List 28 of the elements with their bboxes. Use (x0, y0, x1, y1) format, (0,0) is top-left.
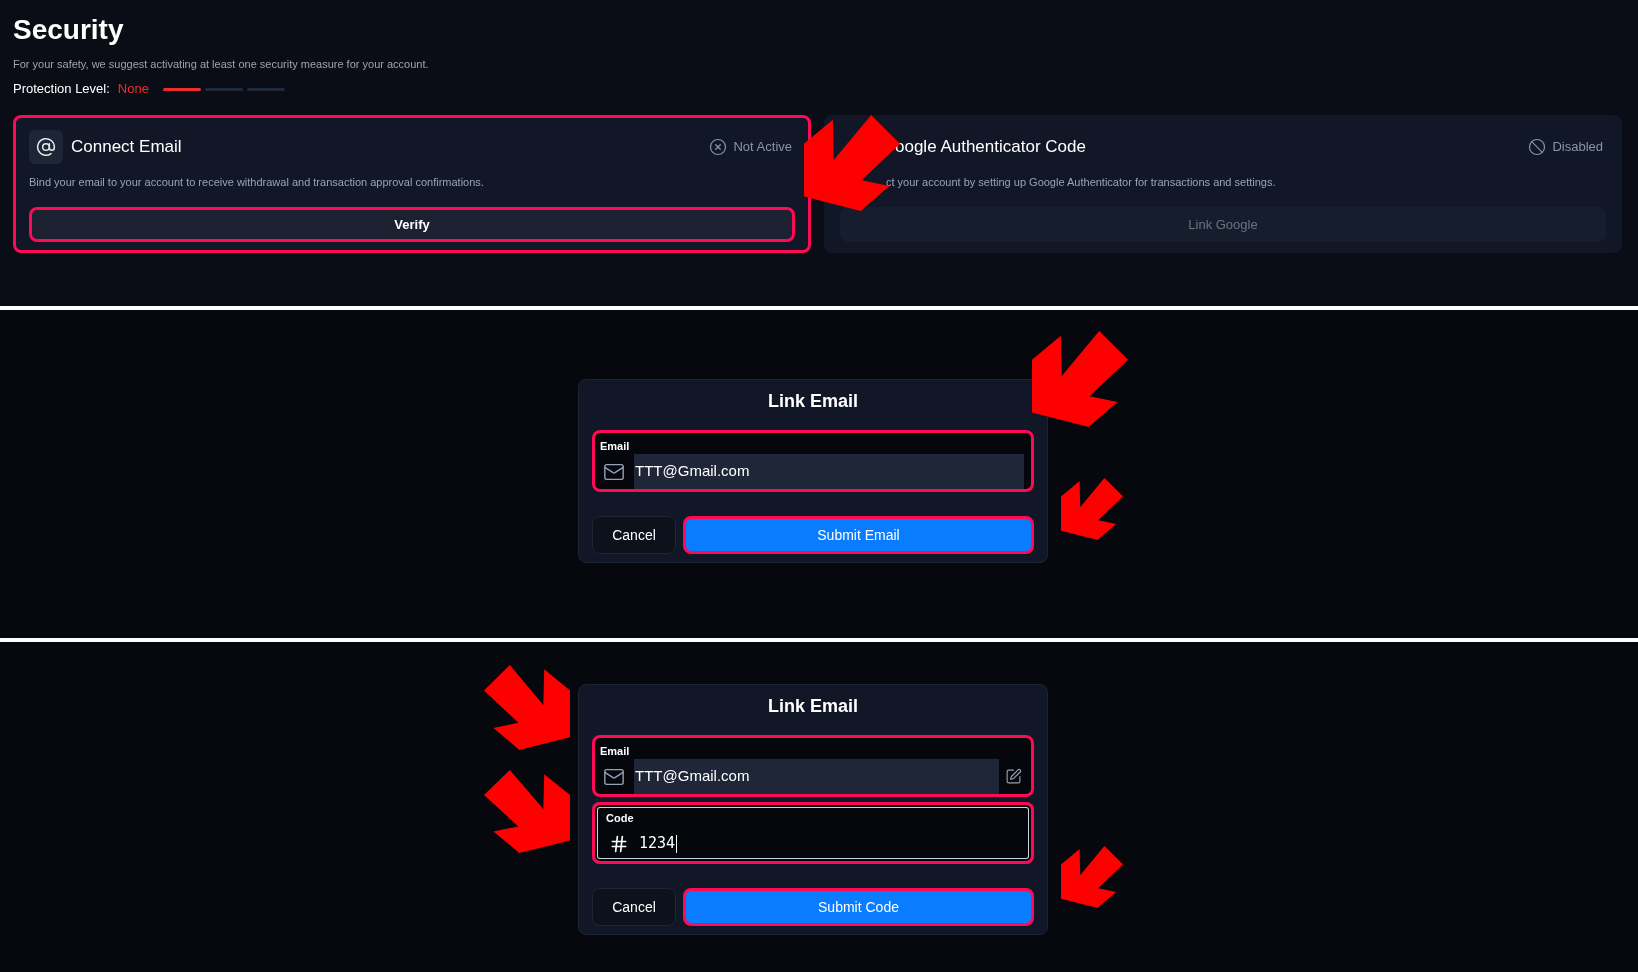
field-label: Email (600, 439, 630, 453)
email-input[interactable]: TTT@Gmail.com (634, 454, 1024, 489)
page-subtitle: For your safety, we suggest activating at least one security measure for your account. (13, 57, 430, 72)
callout-arrow (1061, 846, 1123, 908)
action-button[interactable]: Verify (29, 207, 795, 242)
status-label: Disabled (1552, 138, 1603, 157)
card-title: oogle Authenticator Code (895, 136, 1086, 159)
code-input[interactable]: 1234 (639, 826, 1024, 861)
callout-arrow (1061, 478, 1123, 540)
page-title: Security (13, 13, 125, 47)
email-input[interactable]: TTT@Gmail.com (634, 759, 999, 794)
at-sign-icon (29, 130, 63, 164)
submit-button[interactable]: Submit Code (683, 888, 1034, 926)
protection-label: Protection Level: (13, 80, 110, 99)
cancel-button[interactable]: Cancel (592, 888, 676, 926)
edit-icon[interactable] (1005, 768, 1022, 785)
card-title: Connect Email (71, 136, 182, 159)
status-label: Not Active (733, 138, 792, 157)
card-description: Bind your email to your account to receive withdrawal and transaction approval confirmations. (29, 175, 484, 190)
hash-icon (609, 833, 629, 854)
protection-value: None (117, 80, 149, 99)
cancel-button[interactable]: Cancel (592, 516, 676, 554)
submit-button[interactable]: Submit Email (683, 516, 1034, 554)
field-label: Code (606, 811, 634, 825)
card-description: ct your account by setting up Google Authenticator for transactions and settings. (886, 175, 1276, 190)
dialog-title: Link Email (767, 695, 859, 718)
field-label: Email (600, 744, 630, 758)
dialog-title: Link Email (767, 390, 859, 413)
